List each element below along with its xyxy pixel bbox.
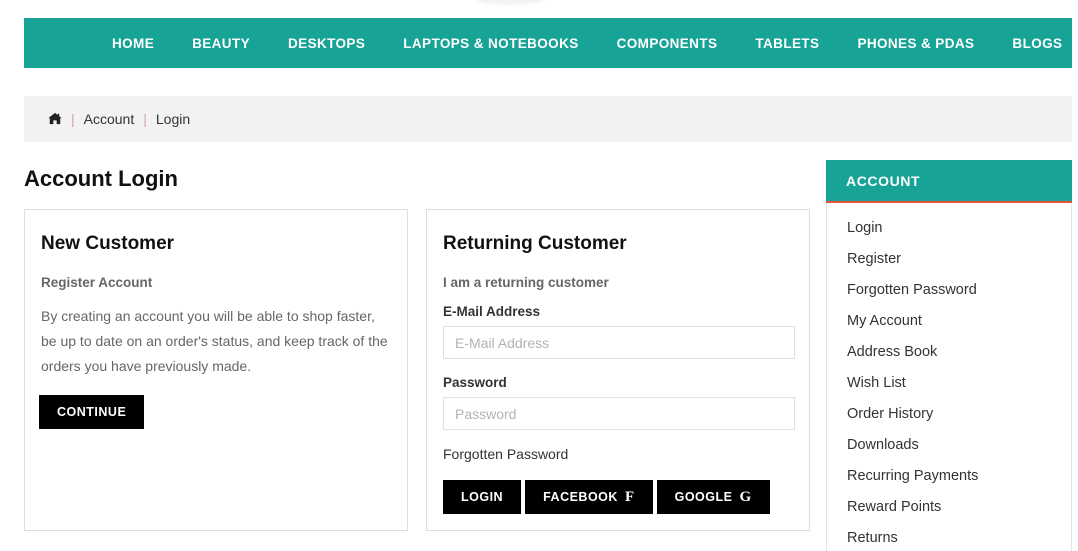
nav-item-home[interactable]: HOME	[112, 36, 154, 51]
google-button-label: Google	[674, 490, 733, 504]
nav-item-beauty[interactable]: BEAUTY	[192, 36, 250, 51]
continue-button[interactable]: Continue	[39, 395, 145, 429]
list-item: Downloads	[827, 436, 1071, 454]
email-label: E-Mail Address	[443, 304, 541, 319]
main-navigation: HOME BEAUTY DESKTOPS LAPTOPS & NOTEBOOKS…	[24, 18, 1072, 68]
account-login-content: New Customer Register Account By creatin…	[24, 209, 810, 531]
new-customer-panel: New Customer Register Account By creatin…	[24, 209, 408, 531]
sidebar-item-forgotten-password[interactable]: Forgotten Password	[847, 282, 977, 298]
returning-customer-panel: Returning Customer I am a returning cust…	[426, 209, 810, 531]
google-icon: g	[739, 488, 752, 505]
list-item: Register	[827, 250, 1071, 268]
account-sidebar: Account Login Register Forgotten Passwor…	[826, 160, 1072, 551]
returning-customer-title: Returning Customer	[443, 233, 627, 254]
returning-customer-subheading: I am a returning customer	[443, 275, 609, 290]
email-input[interactable]	[443, 326, 795, 359]
facebook-icon: f	[624, 488, 635, 505]
sidebar-item-recurring-payments[interactable]: Recurring Payments	[847, 468, 978, 484]
sidebar-item-wish-list[interactable]: Wish List	[847, 375, 906, 391]
list-item: Returns	[827, 529, 1071, 547]
breadcrumb-link-account[interactable]: Account	[84, 111, 135, 127]
page-title: Account Login	[24, 166, 178, 191]
list-item: Login	[827, 219, 1071, 237]
sidebar-item-register[interactable]: Register	[847, 251, 901, 267]
sidebar-item-downloads[interactable]: Downloads	[847, 437, 919, 453]
forgotten-password-link[interactable]: Forgotten Password	[443, 446, 568, 462]
sidebar-item-my-account[interactable]: My Account	[847, 313, 922, 329]
list-item: Reward Points	[827, 498, 1071, 516]
site-logo-partial	[474, 0, 546, 4]
sidebar-item-address-book[interactable]: Address Book	[847, 344, 937, 360]
list-item: Address Book	[827, 343, 1071, 361]
nav-item-tablets[interactable]: TABLETS	[755, 36, 819, 51]
nav-item-blogs[interactable]: BLOGS	[1012, 36, 1062, 51]
sidebar-item-returns[interactable]: Returns	[847, 530, 898, 546]
register-account-subheading: Register Account	[41, 275, 153, 290]
facebook-button-label: Facebook	[543, 490, 618, 504]
nav-item-desktops[interactable]: DESKTOPS	[288, 36, 365, 51]
facebook-login-button[interactable]: Facebook f	[525, 480, 653, 514]
list-item: Order History	[827, 405, 1071, 423]
sidebar-list: Login Register Forgotten Password My Acc…	[826, 203, 1072, 551]
login-button-row: Login Facebook f Google g	[443, 480, 795, 514]
account-login-page: HOME BEAUTY DESKTOPS LAPTOPS & NOTEBOOKS…	[0, 0, 1078, 551]
sidebar-item-login[interactable]: Login	[847, 220, 882, 236]
breadcrumb: | Account | Login	[24, 96, 1072, 142]
list-item: Recurring Payments	[827, 467, 1071, 485]
home-icon[interactable]	[48, 112, 62, 127]
new-customer-title: New Customer	[41, 233, 175, 254]
nav-item-laptops-notebooks[interactable]: LAPTOPS & NOTEBOOKS	[403, 36, 578, 51]
breadcrumb-separator-2: |	[143, 111, 147, 127]
login-button-label: Login	[461, 490, 504, 504]
sidebar-header: Account	[826, 160, 1072, 203]
sidebar-item-reward-points[interactable]: Reward Points	[847, 499, 941, 515]
google-login-button[interactable]: Google g	[656, 480, 770, 514]
sidebar-item-order-history[interactable]: Order History	[847, 406, 933, 422]
new-customer-description: By creating an account you will be able …	[41, 308, 388, 374]
nav-item-components[interactable]: COMPONENTS	[617, 36, 718, 51]
list-item: Forgotten Password	[827, 281, 1071, 299]
password-input[interactable]	[443, 397, 795, 430]
breadcrumb-separator-1: |	[71, 111, 75, 127]
password-label: Password	[443, 375, 507, 390]
list-item: My Account	[827, 312, 1071, 330]
login-button[interactable]: Login	[443, 480, 522, 514]
nav-item-phones-pdas[interactable]: PHONES & PDAS	[857, 36, 974, 51]
list-item: Wish List	[827, 374, 1071, 392]
sidebar-header-label: Account	[846, 172, 921, 189]
breadcrumb-link-login[interactable]: Login	[156, 111, 190, 127]
